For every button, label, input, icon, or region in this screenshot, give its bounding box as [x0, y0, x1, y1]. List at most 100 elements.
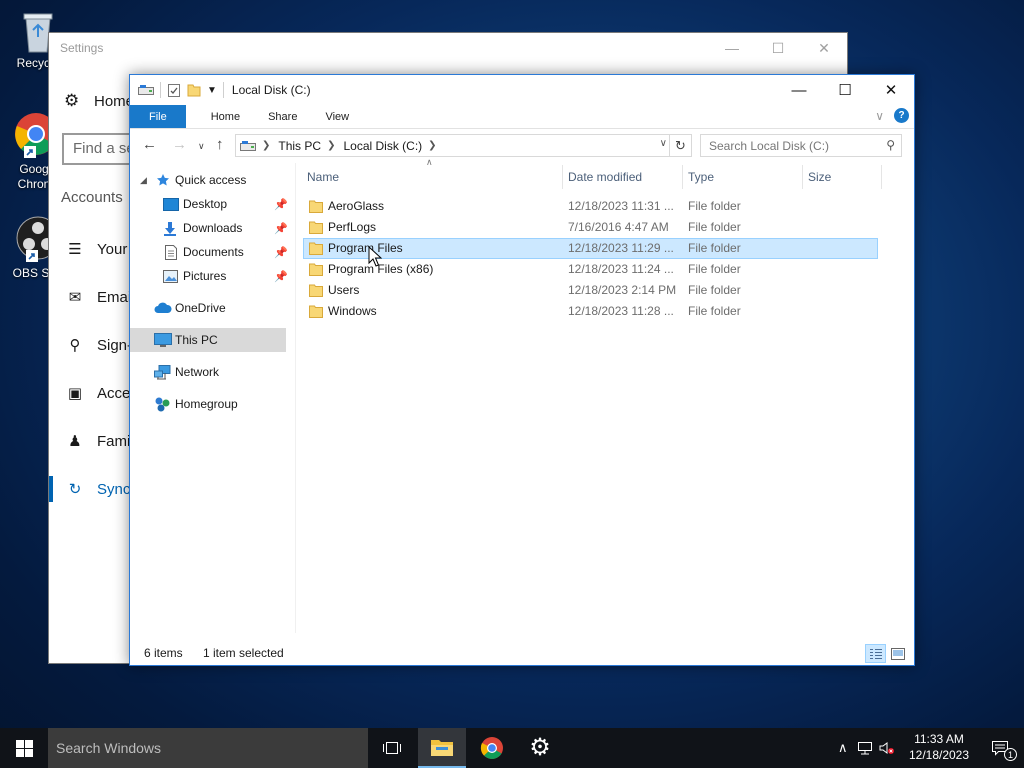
column-divider[interactable]: [682, 165, 683, 189]
pin-icon[interactable]: 📌: [274, 270, 288, 283]
table-row-selected[interactable]: Program Files 12/18/2023 11:29 ... File …: [303, 238, 878, 259]
settings-taskbar-button[interactable]: ⚙: [516, 728, 564, 768]
maximize-button[interactable]: ☐: [822, 75, 868, 105]
breadcrumb-separator-icon[interactable]: ❯: [327, 140, 335, 151]
nav-item-label: Quick access: [175, 173, 247, 187]
nav-item-pictures[interactable]: Pictures 📌: [130, 264, 288, 288]
chrome-icon: [480, 737, 503, 759]
column-header-type[interactable]: Type: [688, 165, 798, 189]
back-arrow-icon[interactable]: ←: [142, 136, 157, 153]
column-header-label: Size: [808, 170, 832, 184]
minimize-button[interactable]: —: [776, 75, 822, 105]
nav-item-homegroup[interactable]: Homegroup: [130, 392, 286, 416]
file-list: ∧ Name Date modified Type Size AeroGlass…: [300, 157, 904, 633]
search-input[interactable]: Search Local Disk (C:) ⚲: [700, 134, 902, 157]
nav-item-this-pc[interactable]: This PC: [130, 328, 286, 352]
nav-item-onedrive[interactable]: OneDrive: [130, 296, 286, 320]
nav-item-documents[interactable]: Documents 📌: [130, 240, 288, 264]
folder-icon: [309, 263, 323, 279]
expand-arrow-icon[interactable]: ◢: [140, 175, 147, 186]
notification-count-badge: 1: [1004, 748, 1017, 761]
windows-logo-icon: [15, 739, 33, 757]
file-date: 12/18/2023 11:29 ...: [568, 241, 674, 255]
file-explorer-taskbar-button[interactable]: [418, 728, 466, 768]
column-divider[interactable]: [802, 165, 803, 189]
gear-icon: ⚙: [64, 91, 80, 110]
nav-item-network[interactable]: Network: [130, 360, 286, 384]
file-date: 12/18/2023 11:28 ...: [568, 304, 674, 318]
volume-muted-icon[interactable]: [879, 741, 895, 755]
table-row[interactable]: PerfLogs 7/16/2016 4:47 AM File folder: [303, 217, 878, 238]
minimize-button[interactable]: —: [709, 33, 755, 63]
folder-icon: [309, 305, 323, 321]
clock-date: 12/18/2023: [908, 748, 970, 762]
forward-arrow-icon[interactable]: →: [172, 136, 187, 153]
file-name: Windows: [328, 304, 377, 318]
pin-icon[interactable]: 📌: [274, 222, 288, 235]
person-card-icon: ☰: [68, 241, 82, 258]
desktop-folder-icon: [163, 197, 179, 211]
column-divider[interactable]: [562, 165, 563, 189]
maximize-button[interactable]: ☐: [755, 33, 801, 63]
refresh-icon[interactable]: ↻: [669, 135, 691, 156]
cloud-icon: [154, 302, 172, 314]
column-header-date-modified[interactable]: Date modified: [568, 165, 678, 189]
breadcrumb-separator-icon[interactable]: ❯: [428, 140, 436, 151]
tab-share[interactable]: Share: [254, 105, 311, 128]
nav-item-label: Desktop: [183, 197, 228, 211]
column-header-size[interactable]: Size: [808, 165, 878, 189]
action-center-button[interactable]: 1: [980, 728, 1020, 768]
file-type: File folder: [688, 241, 741, 255]
breadcrumb-separator-icon[interactable]: ❯: [262, 140, 270, 151]
file-name: PerfLogs: [328, 220, 377, 234]
pin-icon[interactable]: 📌: [274, 198, 288, 211]
details-view-icon[interactable]: [865, 644, 886, 663]
column-header-name[interactable]: Name: [307, 165, 557, 189]
recent-locations-chevron-icon[interactable]: ∨: [198, 141, 205, 152]
table-row[interactable]: Users 12/18/2023 2:14 PM File folder: [303, 280, 878, 301]
help-icon[interactable]: ?: [894, 108, 909, 123]
table-row[interactable]: Windows 12/18/2023 11:28 ... File folder: [303, 301, 878, 322]
network-status-icon[interactable]: [857, 741, 873, 755]
file-explorer-window: ▼ Local Disk (C:) — ☐ ✕ File Home Share …: [129, 74, 915, 666]
start-button[interactable]: [0, 728, 48, 768]
customize-toolbar-dropdown-icon[interactable]: ▼: [207, 85, 217, 96]
file-name: Users: [328, 283, 360, 297]
chrome-taskbar-button[interactable]: [468, 728, 516, 768]
view-toggle: [864, 644, 908, 663]
column-divider[interactable]: [881, 165, 882, 189]
nav-item-desktop[interactable]: Desktop 📌: [130, 192, 288, 216]
file-type: File folder: [688, 262, 741, 276]
large-icons-view-icon[interactable]: [887, 644, 908, 663]
up-arrow-icon[interactable]: ↑: [216, 136, 224, 153]
close-button[interactable]: ✕: [801, 33, 847, 63]
folder-icon: [309, 284, 323, 300]
close-button[interactable]: ✕: [868, 75, 914, 105]
table-row[interactable]: Program Files (x86) 12/18/2023 11:24 ...…: [303, 259, 878, 280]
settings-home-link[interactable]: ⚙ Home: [64, 91, 134, 111]
tab-home[interactable]: Home: [197, 105, 254, 128]
nav-item-downloads[interactable]: Downloads 📌: [130, 216, 288, 240]
taskbar: Search Windows ⚙ ∧ 11:33 AM 12/18/2023 1: [0, 728, 1024, 768]
show-hidden-icons-chevron-icon[interactable]: ∧: [838, 740, 848, 756]
breadcrumb-this-pc[interactable]: This PC: [278, 139, 321, 153]
expand-ribbon-chevron-icon[interactable]: ∨: [875, 109, 884, 123]
pin-icon[interactable]: 📌: [274, 246, 288, 259]
nav-item-quick-access[interactable]: ◢ Quick access: [130, 168, 286, 192]
people-icon: ♟: [68, 433, 82, 450]
drive-icon: [240, 140, 256, 152]
address-dropdown-icon[interactable]: ∨: [660, 138, 667, 149]
tab-file[interactable]: File: [130, 105, 186, 128]
table-row[interactable]: AeroGlass 12/18/2023 11:31 ... File fold…: [303, 196, 878, 217]
nav-item-label: Pictures: [183, 269, 227, 283]
address-bar[interactable]: ❯ This PC ❯ Local Disk (C:) ❯ ∨ ↻: [235, 134, 692, 157]
file-type: File folder: [688, 220, 741, 234]
task-view-button[interactable]: [368, 728, 416, 768]
file-date: 7/16/2016 4:47 AM: [568, 220, 669, 234]
taskbar-search-input[interactable]: Search Windows: [48, 728, 368, 768]
taskbar-clock[interactable]: 11:33 AM 12/18/2023: [903, 731, 975, 763]
breadcrumb-local-disk[interactable]: Local Disk (C:): [343, 139, 422, 153]
tab-view[interactable]: View: [311, 105, 363, 128]
new-folder-icon[interactable]: [187, 83, 201, 97]
properties-icon[interactable]: [167, 83, 181, 98]
